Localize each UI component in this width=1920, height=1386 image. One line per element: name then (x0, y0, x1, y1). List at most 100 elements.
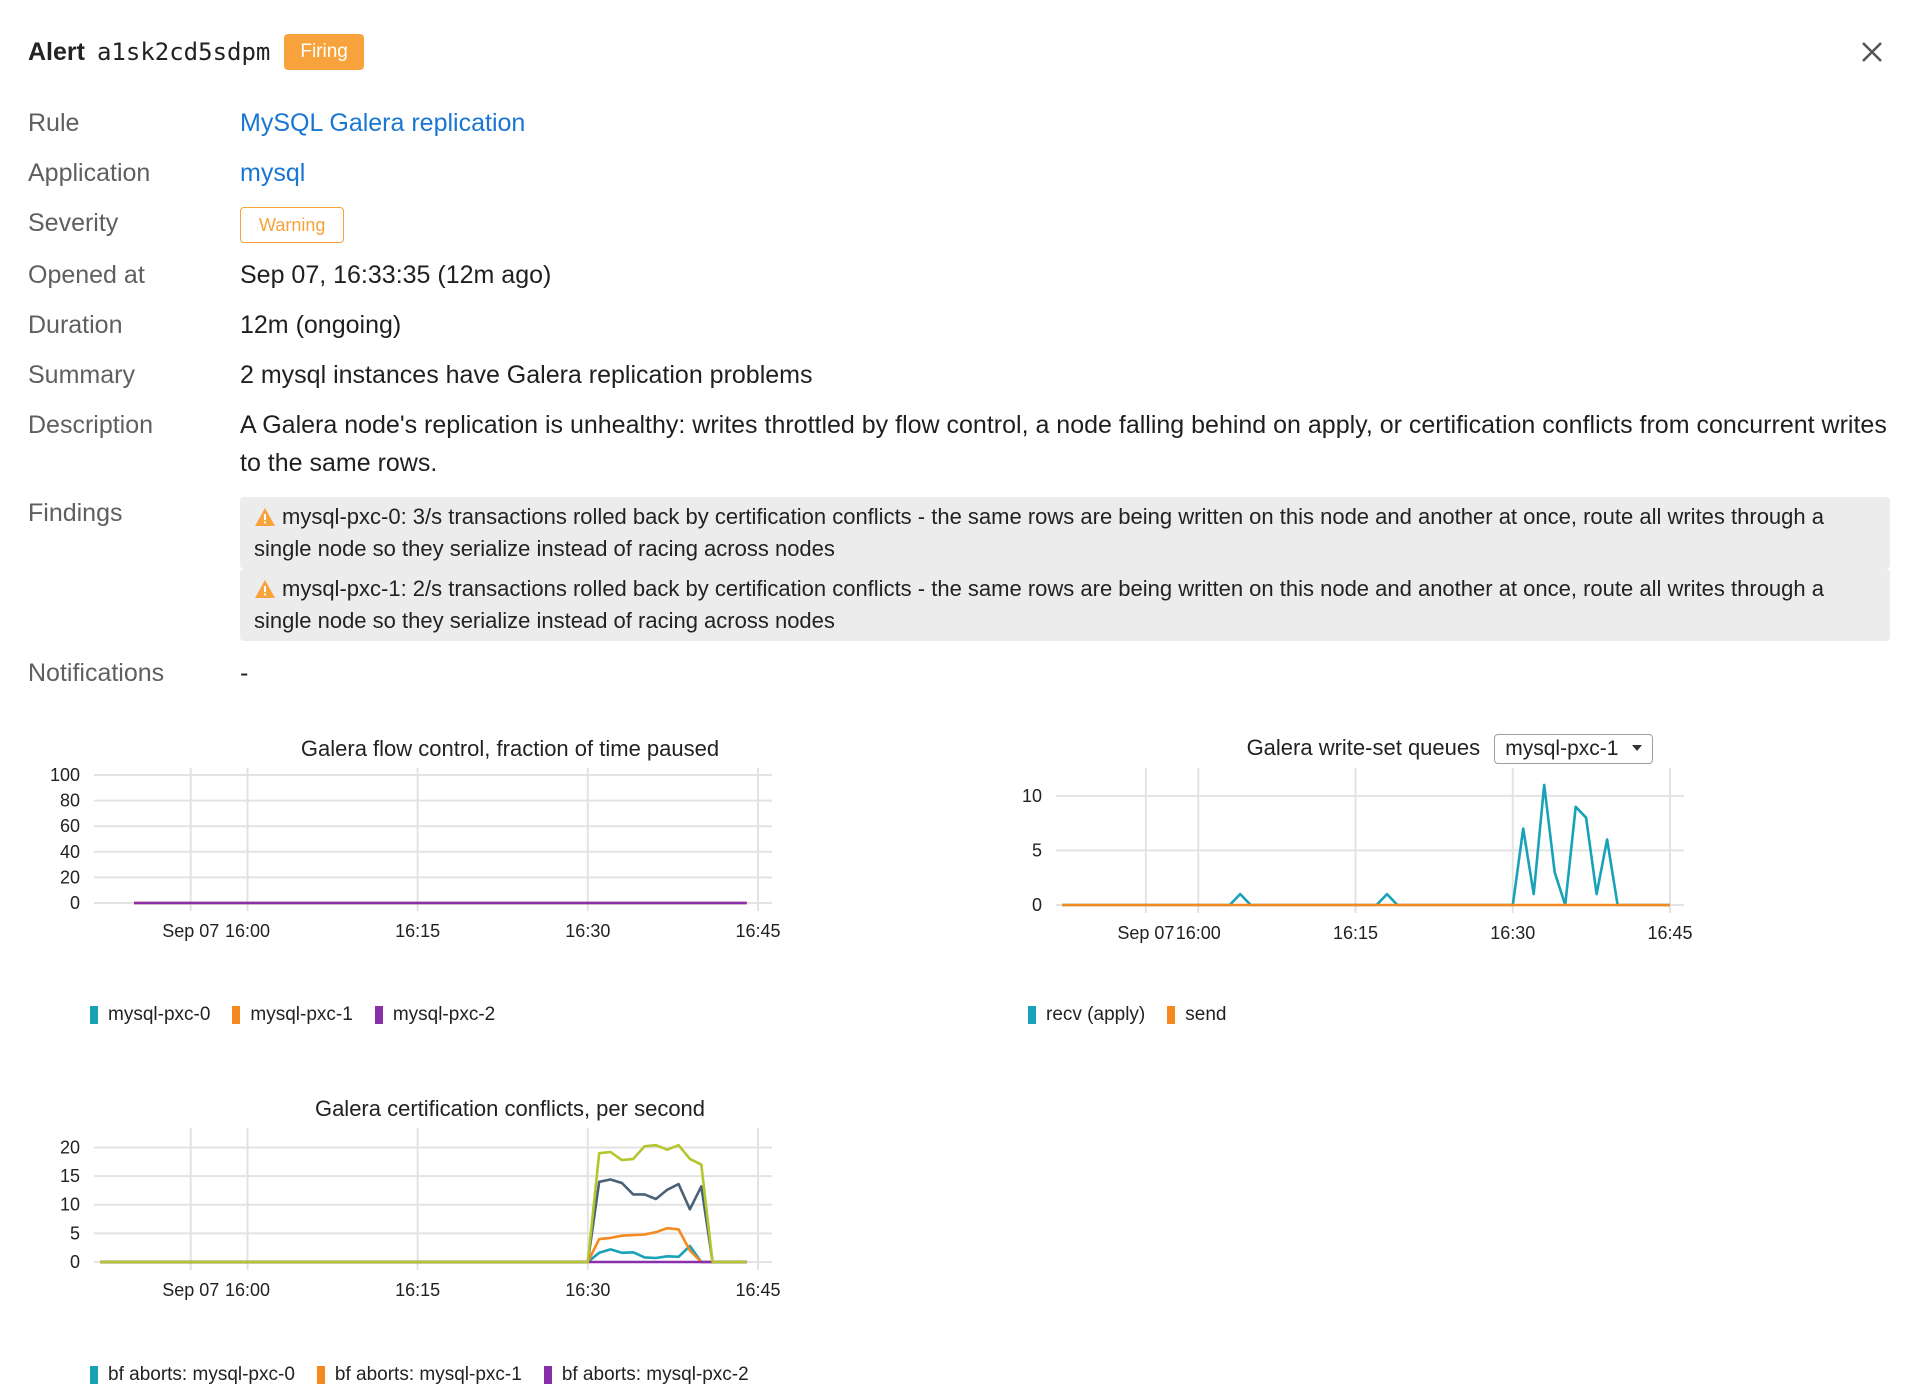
legend-item[interactable]: bf aborts: mysql-pxc-2 (543, 1364, 749, 1386)
alert-details-panel: Alert a1sk2cd5sdpm Firing Rule MySQL Gal… (0, 0, 1920, 1385)
chart-legend: mysql-pxc-0 mysql-pxc-1 mysql-pxc-2 (90, 1004, 495, 1026)
notifications-label: Notifications (28, 659, 165, 687)
y-tick-label: 20 (60, 867, 80, 887)
x-tick-label: Sep 07 (162, 921, 219, 941)
certification-conflicts-chart: Galera certification conflicts, per seco… (50, 1088, 970, 1385)
opened-label: Opened at (28, 261, 145, 289)
legend-label: mysql-pxc-1 (250, 1004, 353, 1025)
legend-item[interactable]: recv (apply) (1028, 1004, 1145, 1026)
y-tick-label: 15 (60, 1166, 80, 1186)
legend-swatch (90, 1366, 98, 1384)
alert-prefix: Alert (28, 37, 85, 66)
alert-header: Alert a1sk2cd5sdpm Firing (28, 34, 364, 70)
legend-item[interactable]: mysql-pxc-0 (90, 1004, 210, 1026)
close-icon (1862, 42, 1882, 62)
warning-triangle-icon (255, 580, 275, 598)
series-line (100, 1143, 747, 1264)
y-tick-label: 20 (60, 1137, 80, 1157)
severity-label: Severity (28, 209, 119, 237)
legend-label: mysql-pxc-0 (108, 1004, 211, 1025)
description-value: A Galera node's replication is unhealthy… (240, 411, 1887, 477)
application-label: Application (28, 159, 151, 187)
legend-item[interactable]: send (1167, 1004, 1226, 1026)
caret-down-icon (1632, 745, 1643, 751)
severity-badge: Warning (240, 207, 345, 243)
x-tick-label: 16:30 (565, 1280, 610, 1300)
y-tick-label: 0 (70, 893, 80, 913)
series-line (1062, 783, 1670, 907)
chart-title: Galera flow control, fraction of time pa… (300, 736, 720, 761)
x-tick-label: 16:30 (565, 921, 610, 941)
legend-item[interactable]: mysql-pxc-2 (374, 1004, 496, 1026)
series-line (100, 1244, 747, 1264)
legend-swatch (316, 1366, 325, 1384)
close-button[interactable] (1854, 34, 1890, 70)
chart-title-row: Galera write-set queues mysql-pxc-1 (1000, 734, 1900, 764)
y-tick-label: 10 (1022, 786, 1042, 806)
legend-label: bf aborts: mysql-pxc-2 (561, 1364, 749, 1385)
y-tick-label: 0 (70, 1252, 80, 1272)
x-tick-label: 16:15 (1333, 923, 1378, 943)
y-tick-label: 80 (60, 791, 80, 811)
legend-item[interactable]: bf aborts: mysql-pxc-1 (316, 1364, 522, 1386)
y-tick-label: 5 (1032, 840, 1042, 860)
x-tick-label: 16:15 (395, 921, 440, 941)
chart-title: Galera write-set queues (1246, 735, 1481, 760)
duration-value: 12m (ongoing) (240, 311, 402, 339)
certification-conflicts-plot: 0 5 10 15 20 Sep 07 16:00 16:15 16:30 16:45 (60, 1128, 781, 1300)
node-select[interactable]: mysql-pxc-1 (1494, 734, 1654, 764)
legend-swatch (232, 1006, 241, 1024)
x-tick-label: 16:00 (225, 1280, 270, 1300)
y-tick-label: 60 (60, 816, 80, 836)
y-tick-label: 10 (60, 1195, 80, 1215)
alert-id: a1sk2cd5sdpm (96, 38, 271, 66)
legend-swatch (1028, 1006, 1036, 1024)
legend-item[interactable]: bf aborts: mysql-pxc-0 (90, 1364, 295, 1386)
x-tick-label: 16:00 (1176, 923, 1221, 943)
flow-control-plot: 0 20 40 60 80 100 Sep 07 16:00 16:15 16:30 16:45 (50, 768, 781, 941)
node-select-value: mysql-pxc-1 (1505, 737, 1619, 760)
status-badge: Firing (284, 34, 364, 70)
opened-value: Sep 07, 16:33:35 (12m ago) (240, 261, 552, 289)
series-line (100, 1178, 747, 1264)
x-tick-label: 16:45 (735, 921, 780, 941)
legend-label: bf aborts: mysql-pxc-1 (334, 1364, 522, 1385)
legend-swatch (1167, 1006, 1176, 1024)
findings-label: Findings (28, 499, 123, 527)
legend-swatch (90, 1006, 98, 1024)
summary-value: 2 mysql instances have Galera replicatio… (240, 361, 813, 389)
legend-label: recv (apply) (1046, 1004, 1146, 1025)
notifications-value: - (240, 659, 249, 687)
legend-label: bf aborts: mysql-pxc-0 (108, 1364, 295, 1385)
y-tick-label: 40 (60, 842, 80, 862)
write-set-queues-plot: 0 5 10 Sep 07 16:00 16:15 16:30 16:45 (1022, 768, 1693, 943)
legend-item[interactable]: mysql-pxc-1 (232, 1004, 353, 1026)
x-tick-label: Sep 07 (1117, 923, 1174, 943)
x-tick-label: 16:45 (1647, 923, 1692, 943)
x-tick-label: 16:00 (225, 921, 270, 941)
rule-link[interactable]: MySQL Galera replication (240, 109, 525, 137)
flow-control-chart: Galera flow control, fraction of time pa… (50, 728, 970, 1038)
chart-legend: bf aborts: mysql-pxc-0 bf aborts: mysql-p… (90, 1364, 749, 1386)
summary-label: Summary (28, 361, 135, 389)
x-tick-label: Sep 07 (162, 1280, 219, 1300)
legend-swatch (374, 1006, 383, 1024)
legend-swatch (543, 1366, 552, 1384)
chart-title: Galera certification conflicts, per seco… (314, 1096, 706, 1121)
y-tick-label: 5 (70, 1223, 80, 1243)
x-tick-label: 16:45 (735, 1280, 780, 1300)
y-tick-label: 0 (1032, 895, 1042, 915)
chart-legend: recv (apply) send (1028, 1004, 1226, 1026)
write-set-queues-chart: Galera write-set queues mysql-pxc-1 0 5 10… (1000, 728, 1900, 1038)
description-label: Description (28, 411, 154, 439)
application-link[interactable]: mysql (240, 159, 305, 187)
legend-label: mysql-pxc-2 (392, 1004, 496, 1025)
finding-item: mysql-pxc-1: 2/s transactions rolled bac… (240, 569, 1890, 641)
duration-label: Duration (28, 311, 123, 339)
x-tick-label: 16:15 (395, 1280, 440, 1300)
rule-label: Rule (28, 109, 80, 137)
x-tick-label: 16:30 (1490, 923, 1535, 943)
legend-label: send (1185, 1004, 1227, 1025)
finding-item: mysql-pxc-0: 3/s transactions rolled bac… (240, 497, 1890, 569)
finding-text: mysql-pxc-0: 3/s transactions rolled bac… (254, 504, 1824, 561)
